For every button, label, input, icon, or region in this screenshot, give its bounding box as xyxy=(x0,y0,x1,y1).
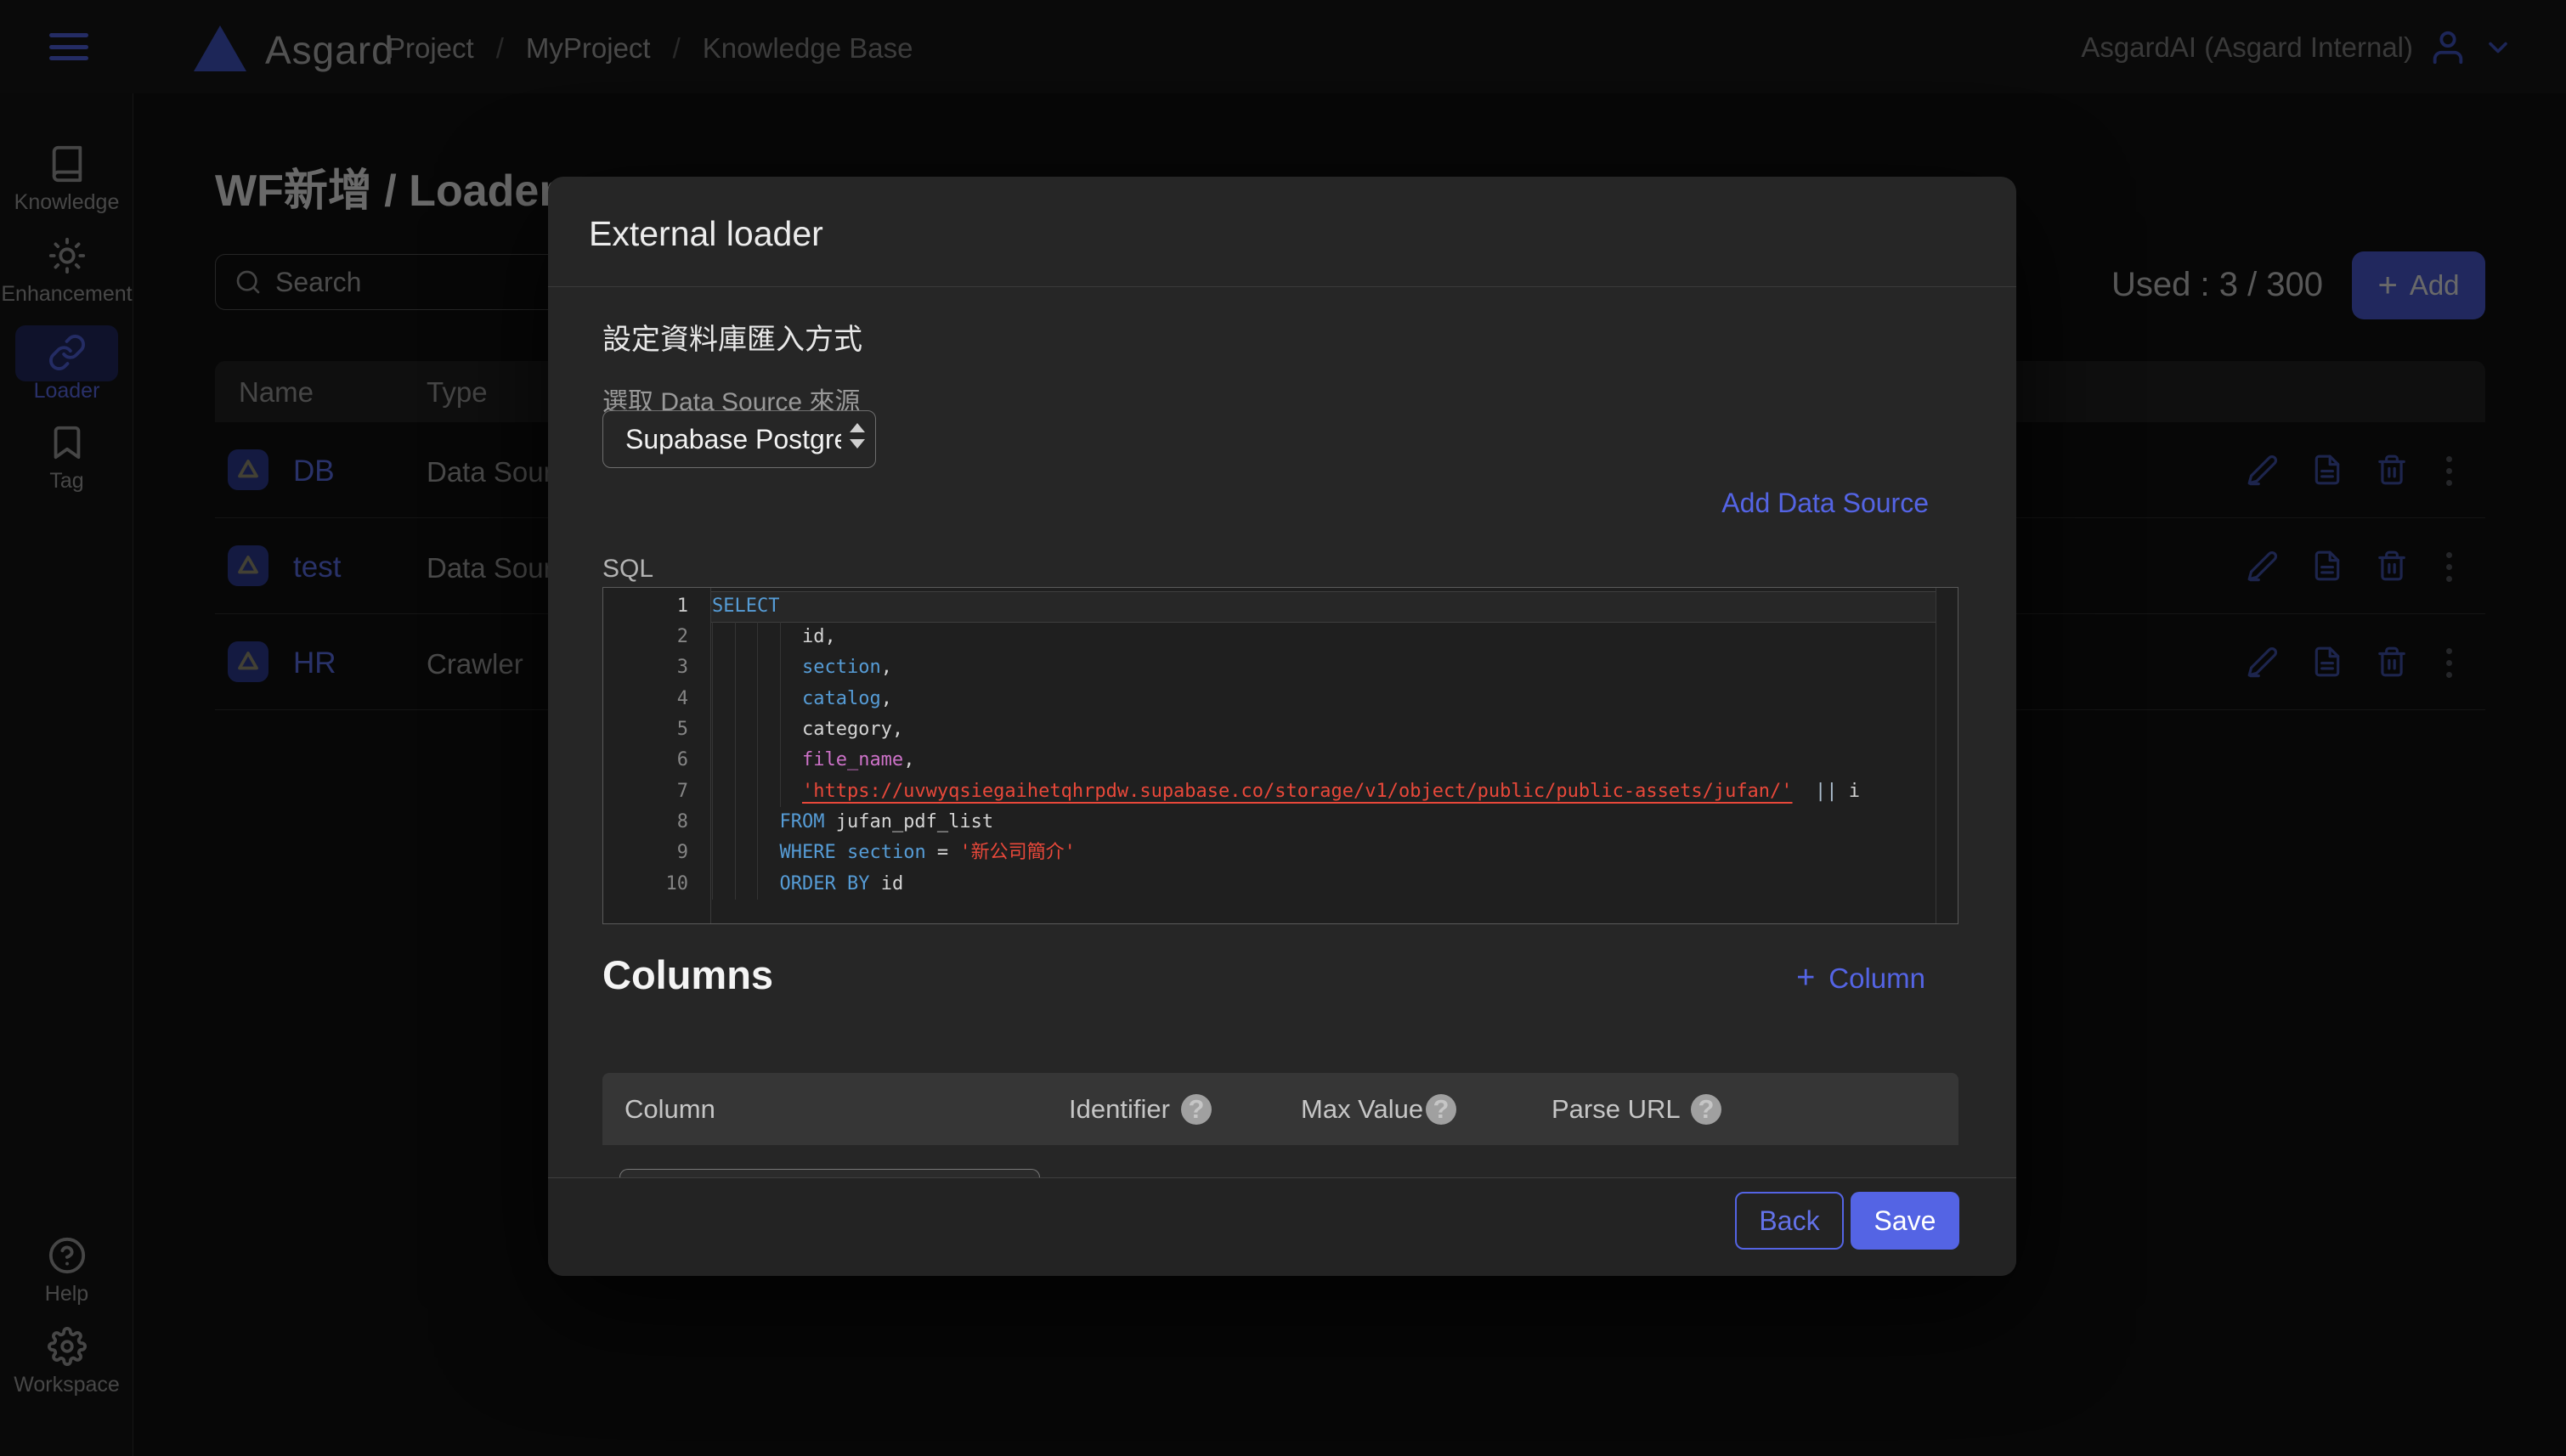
code-line: FROM jufan_pdf_list xyxy=(712,807,993,838)
datasource-select[interactable]: Supabase Postgres xyxy=(602,410,876,468)
datasource-select-value: Supabase Postgres xyxy=(625,424,841,455)
columns-header-max-value: Max Value xyxy=(1301,1094,1423,1125)
help-icon[interactable]: ? xyxy=(1181,1094,1212,1125)
back-button[interactable]: Back xyxy=(1735,1192,1844,1250)
save-button[interactable]: Save xyxy=(1851,1192,1959,1250)
editor-line-number-gutter: 1 2 3 4 5 6 7 8 9 10 xyxy=(603,588,711,923)
add-column-label: Column xyxy=(1828,962,1925,995)
add-data-source-link[interactable]: Add Data Source xyxy=(1721,488,1929,519)
editor-code-area: SELECT id, section, catalog, category, f… xyxy=(712,588,1958,923)
code-line: section, xyxy=(712,652,892,683)
columns-header-identifier: Identifier xyxy=(1069,1094,1170,1125)
code-url-string: 'https://uvwyqsiegaihetqhrpdw.supabase.c… xyxy=(802,781,1793,802)
code-line: catalog, xyxy=(712,684,892,714)
columns-heading: Columns xyxy=(602,951,773,998)
code-line: 'https://uvwyqsiegaihetqhrpdw.supabase.c… xyxy=(712,776,1860,807)
help-icon[interactable]: ? xyxy=(1691,1094,1721,1125)
columns-table-header: Column Identifier ? Max Value ? Parse UR… xyxy=(602,1073,1958,1145)
code-line: id, xyxy=(712,622,836,652)
code-line: ORDER BY id xyxy=(712,869,903,900)
code-line: category, xyxy=(712,714,903,745)
modal-header-divider xyxy=(548,286,2016,287)
modal-title: External loader xyxy=(589,214,823,254)
external-loader-modal: External loader 設定資料庫匯入方式 選取 Data Source… xyxy=(548,177,2016,1276)
columns-header-column: Column xyxy=(625,1094,715,1125)
sql-code-editor[interactable]: 1 2 3 4 5 6 7 8 9 10 SELECT id, section,… xyxy=(602,587,1958,924)
columns-header-parse-url: Parse URL xyxy=(1551,1094,1681,1125)
sql-label: SQL xyxy=(602,555,653,584)
code-line: SELECT xyxy=(712,591,779,622)
plus-icon: + xyxy=(1796,960,1815,996)
code-line: file_name, xyxy=(712,745,914,776)
import-method-section-title: 設定資料庫匯入方式 xyxy=(602,316,862,358)
add-column-link[interactable]: + Column xyxy=(1796,960,1925,996)
help-icon[interactable]: ? xyxy=(1426,1094,1456,1125)
select-stepper-icon xyxy=(850,423,865,449)
code-line: WHERE section = '新公司簡介' xyxy=(712,838,1076,868)
modal-footer: Back Save xyxy=(548,1177,2016,1276)
